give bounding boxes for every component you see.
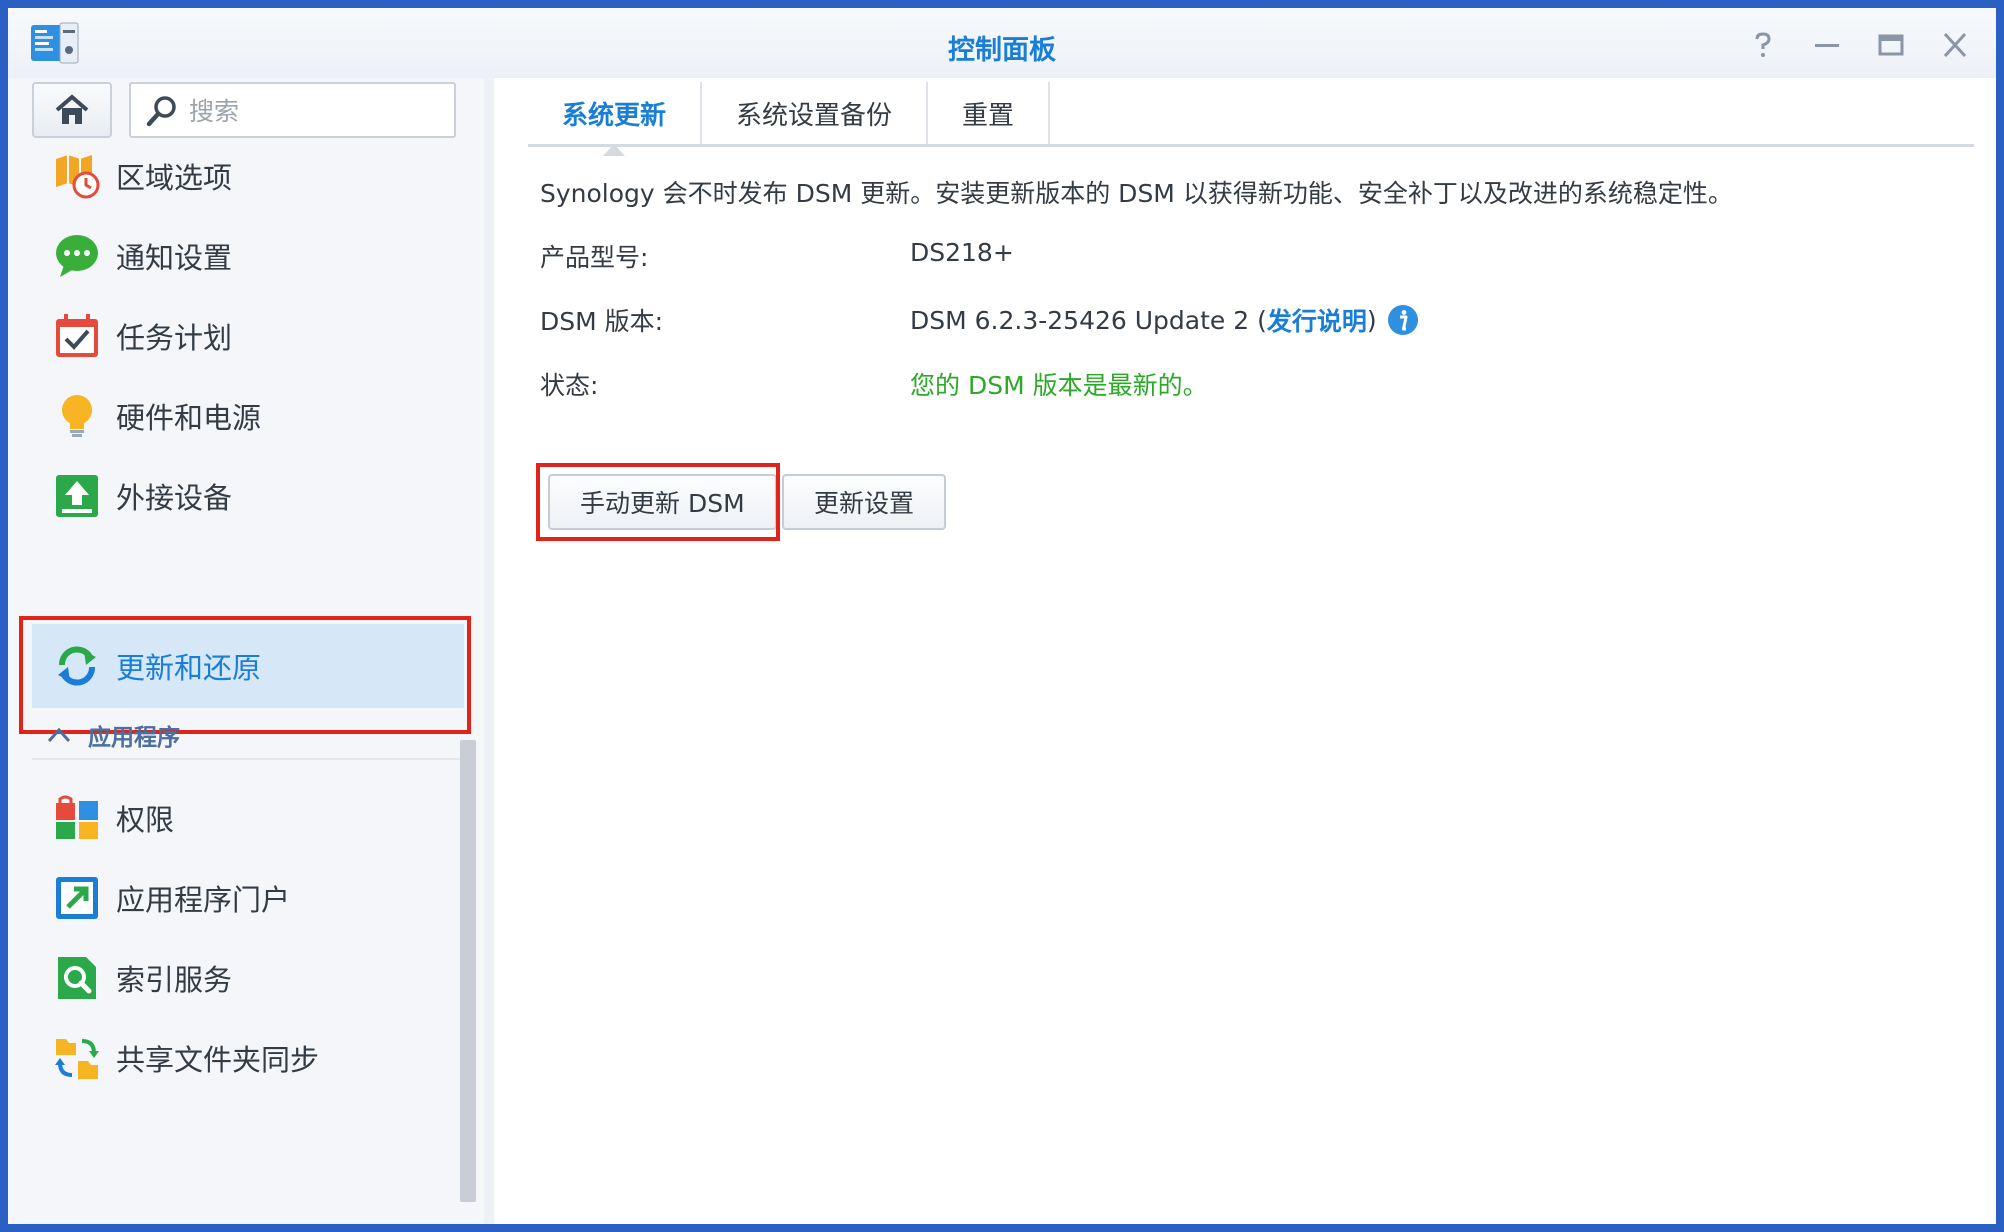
window-title: 控制面板 — [948, 35, 1056, 66]
shared-folder-sync-icon — [54, 1035, 100, 1081]
sidebar-item-privileges[interactable]: 权限 — [32, 776, 464, 860]
release-notes-link[interactable]: 发行说明 — [1267, 302, 1367, 338]
version-value-group: DSM 6.2.3-25426 Update 2 (发行说明) — [910, 302, 1419, 338]
sidebar-scrollbar[interactable] — [460, 740, 476, 1202]
sidebar-item-region-options[interactable]: 区域选项 — [32, 134, 464, 218]
region-options-icon — [54, 153, 100, 199]
tab-system-update[interactable]: 系统更新 — [528, 82, 703, 156]
sidebar-item-indexing-service[interactable]: 索引服务 — [32, 936, 464, 1020]
sidebar-item-label: 共享文件夹同步 — [116, 1043, 320, 1077]
tab-underline — [528, 144, 1974, 147]
sidebar-item-task-scheduler[interactable]: 任务计划 — [32, 294, 464, 378]
info-icon[interactable] — [1387, 304, 1419, 336]
sidebar-item-shared-folder-sync[interactable]: 共享文件夹同步 — [32, 1016, 464, 1100]
maximize-icon[interactable] — [1874, 30, 1908, 60]
control-panel-window: 控制面板 搜索 区域选项 通知设置 任务计划 硬件和电源 外接设备 更新和还原 … — [8, 8, 1996, 1224]
minimize-icon[interactable] — [1810, 30, 1844, 60]
title-bar: 控制面板 — [8, 8, 1996, 78]
sidebar-item-label: 通知设置 — [116, 241, 233, 275]
lightbulb-icon — [54, 393, 100, 439]
version-value: DSM 6.2.3-25426 Update 2 ( — [910, 305, 1267, 335]
sidebar-item-label: 权限 — [116, 803, 175, 837]
sidebar-item-label: 硬件和电源 — [116, 401, 262, 435]
update-description: Synology 会不时发布 DSM 更新。安装更新版本的 DSM 以获得新功能… — [540, 179, 1733, 208]
status-value: 您的 DSM 版本是最新的。 — [910, 371, 1208, 400]
indexing-service-icon — [54, 955, 100, 1001]
close-icon[interactable] — [1938, 30, 1972, 60]
sidebar-item-label: 索引服务 — [116, 963, 233, 997]
model-value: DS218+ — [910, 238, 1014, 267]
tab-bar: 系统更新 系统设置备份 重置 — [528, 82, 1051, 156]
update-restore-icon — [54, 643, 100, 689]
tab-reset[interactable]: 重置 — [928, 82, 1051, 144]
sidebar-item-application-portal[interactable]: 应用程序门户 — [32, 856, 464, 940]
application-portal-icon — [54, 875, 100, 921]
sidebar-item-label: 区域选项 — [116, 161, 233, 195]
privileges-icon — [54, 795, 100, 841]
search-icon — [146, 96, 176, 127]
model-label: 产品型号: — [540, 243, 649, 272]
sidebar-item-hardware-power[interactable]: 硬件和电源 — [32, 374, 464, 458]
help-icon[interactable] — [1746, 30, 1780, 60]
sidebar-item-label: 更新和还原 — [116, 651, 262, 685]
sidebar-item-external-devices[interactable]: 外接设备 — [32, 454, 464, 538]
sidebar-item-update-restore[interactable]: 更新和还原 — [32, 624, 464, 708]
sidebar-item-label: 应用程序门户 — [116, 883, 291, 917]
sidebar: 区域选项 通知设置 任务计划 — [8, 78, 484, 1224]
section-header-applications[interactable]: 应用程序 — [32, 712, 464, 760]
manual-update-dsm-button[interactable]: 手动更新 DSM — [548, 474, 777, 530]
sidebar-divider — [484, 78, 494, 1224]
search-input[interactable] — [189, 92, 439, 130]
home-button[interactable] — [32, 82, 112, 138]
sidebar-item-label: 外接设备 — [116, 481, 233, 515]
home-icon — [55, 94, 89, 124]
tab-config-backup[interactable]: 系统设置备份 — [702, 82, 929, 144]
external-device-icon — [54, 473, 100, 519]
version-suffix: ) — [1366, 305, 1377, 335]
version-label: DSM 版本: — [540, 307, 664, 336]
main-panel: 系统更新 系统设置备份 重置 Synology 会不时发布 DSM 更新。安装更… — [494, 78, 1996, 1224]
notification-icon — [54, 233, 100, 279]
section-label: 应用程序 — [88, 725, 180, 751]
sidebar-item-label: 任务计划 — [116, 321, 233, 355]
sidebar-item-notification[interactable]: 通知设置 — [32, 214, 464, 298]
chevron-up-icon — [47, 727, 71, 743]
task-scheduler-icon — [54, 313, 100, 359]
status-label: 状态: — [540, 371, 599, 400]
update-settings-button[interactable]: 更新设置 — [782, 474, 947, 530]
search-box[interactable] — [129, 82, 456, 138]
